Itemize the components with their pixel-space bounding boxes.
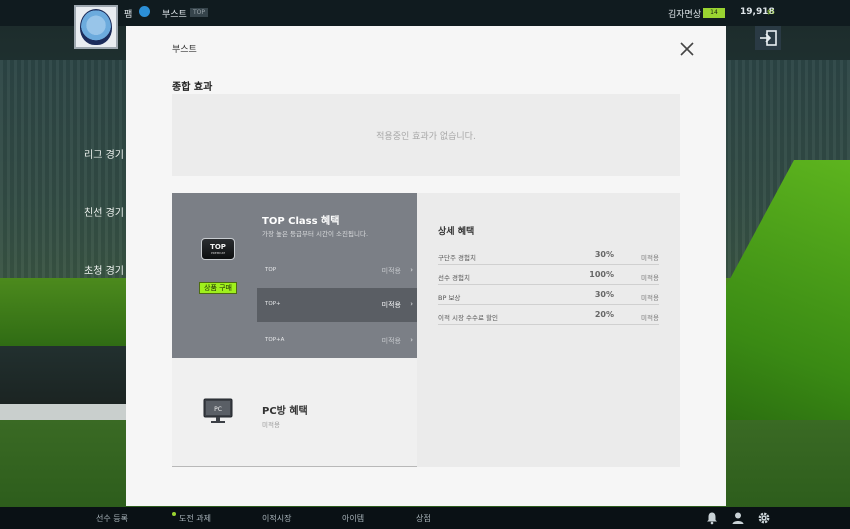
bottom-bar: 선수 등록 도전 과제 이적시장 아이템 상점 <box>0 507 850 529</box>
detail-value: 30% <box>594 290 614 299</box>
top-class-title: TOP Class 혜택 <box>262 216 340 227</box>
tier-name: TOP <box>265 267 277 273</box>
tier-top[interactable]: TOP 미적용 › <box>257 254 417 288</box>
chevron-right-icon: › <box>410 266 413 274</box>
top-class-subtitle: 가장 높은 등급부터 시간이 소진됩니다. <box>262 230 369 238</box>
exit-button[interactable] <box>755 26 781 50</box>
detail-status: 미적용 <box>641 314 659 322</box>
summary-title: 종합 효과 <box>172 82 213 93</box>
summary-empty-box: 적용중인 효과가 없습니다. <box>172 94 680 176</box>
boost-tag: TOP <box>190 8 209 17</box>
profile-icon[interactable] <box>731 511 745 525</box>
close-button[interactable] <box>678 40 696 58</box>
modal-title: 부스트 <box>172 45 197 55</box>
tier-status: 미적용 <box>381 337 401 345</box>
benefit-list: TOP PREMIUM 상품 구매 TOP Class 혜택 가장 높은 등급부… <box>172 193 417 467</box>
top-class-card[interactable]: TOP PREMIUM 상품 구매 TOP Class 혜택 가장 높은 등급부… <box>172 193 417 358</box>
nav-challenges[interactable]: 도전 과제 <box>179 513 211 524</box>
detail-label: 이적 시장 수수료 할인 <box>438 314 499 322</box>
nav-player-register[interactable]: 선수 등록 <box>96 513 128 524</box>
exit-icon <box>760 30 777 46</box>
detail-title: 상세 혜택 <box>438 227 475 237</box>
detail-status: 미적용 <box>641 254 659 262</box>
menu-invitation-match[interactable]: 초청 경기 <box>84 262 124 277</box>
nav-items[interactable]: 아이템 <box>342 513 364 524</box>
summary-empty-text: 적용중인 효과가 없습니다. <box>376 131 476 142</box>
gear-icon[interactable] <box>757 511 771 525</box>
detail-row: BP 보상 30% 미적용 <box>438 285 659 305</box>
boost-label[interactable]: 부스트 <box>162 7 187 20</box>
pc-room-card[interactable]: PC PC방 혜택 미적용 <box>172 358 417 467</box>
chevron-right-icon: › <box>410 336 413 344</box>
top-class-logo-icon: TOP PREMIUM <box>201 238 235 260</box>
team-info-icon[interactable] <box>139 6 150 17</box>
tier-name: TOP+ <box>265 301 281 307</box>
bell-icon[interactable] <box>705 511 719 525</box>
close-icon <box>680 42 694 56</box>
buy-button[interactable]: 상품 구매 <box>199 282 237 294</box>
detail-value: 20% <box>594 310 614 319</box>
detail-label: BP 보상 <box>438 294 461 302</box>
detail-value: 100% <box>589 270 614 279</box>
top-bar: 팸 부스트 TOP 김자면상 14 19,918 $5 <box>0 0 850 26</box>
detail-label: 선수 경험치 <box>438 274 470 282</box>
detail-label: 구단주 경험치 <box>438 254 476 262</box>
detail-row: 구단주 경험치 30% 미적용 <box>438 245 659 265</box>
tier-status: 미적용 <box>381 301 401 309</box>
detail-panel: 상세 혜택 구단주 경험치 30% 미적용 선수 경험치 100% 미적용 BP… <box>417 193 680 467</box>
top-logo-sub: PREMIUM <box>210 251 226 255</box>
notification-dot <box>172 512 176 516</box>
detail-row: 이적 시장 수수료 할인 20% 미적용 <box>438 305 659 325</box>
detail-status: 미적용 <box>641 274 659 282</box>
pc-room-title: PC방 혜택 <box>262 406 308 417</box>
level-badge: 14 <box>703 8 725 18</box>
tier-top-plus[interactable]: TOP+ 미적용 › <box>257 288 417 322</box>
menu-friendly-match[interactable]: 친선 경기 <box>84 204 124 219</box>
detail-status: 미적용 <box>641 294 659 302</box>
menu-league-match[interactable]: 리그 경기 <box>84 146 124 161</box>
nav-shop[interactable]: 상점 <box>416 513 431 524</box>
nav-transfer-market[interactable]: 이적시장 <box>262 513 291 524</box>
top-logo-text: TOP <box>210 243 226 251</box>
tier-status: 미적용 <box>381 267 401 275</box>
club-crest-icon <box>80 9 112 45</box>
boost-modal: 부스트 종합 효과 적용중인 효과가 없습니다. TOP PREMIUM 상품 … <box>126 26 726 506</box>
pc-room-status: 미적용 <box>262 421 280 429</box>
pc-monitor-icon: PC <box>203 398 233 423</box>
club-badge[interactable] <box>74 5 118 49</box>
team-name: 팸 <box>124 10 133 20</box>
tier-name: TOP+A <box>265 337 285 343</box>
pc-icon-text: PC <box>214 406 222 413</box>
detail-value: 30% <box>594 250 614 259</box>
coin-unit: $5 <box>767 9 775 16</box>
chevron-right-icon: › <box>410 300 413 308</box>
manager-name: 김자면상 <box>668 10 702 20</box>
tier-top-plus-a[interactable]: TOP+A 미적용 › <box>257 324 417 358</box>
detail-row: 선수 경험치 100% 미적용 <box>438 265 659 285</box>
